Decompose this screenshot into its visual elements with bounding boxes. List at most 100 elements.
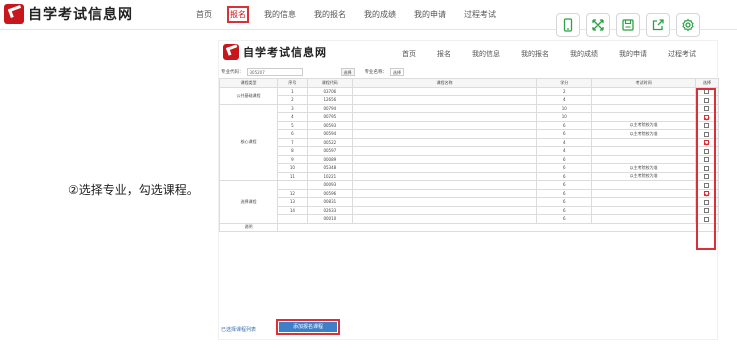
table-row: 8 00597 4 (220, 146, 720, 156)
select-cell (694, 205, 720, 215)
course-checkbox[interactable] (704, 182, 710, 188)
course-checkbox[interactable] (704, 89, 710, 94)
select-cell (694, 95, 720, 105)
credit-cell: 6 (536, 214, 593, 224)
course-checkbox[interactable] (704, 191, 710, 196)
exam-time-cell (591, 214, 696, 224)
seq-cell (276, 214, 308, 224)
nav-item-my-applications[interactable]: 我的申请 (414, 9, 446, 20)
major-filter-bar: 专业代码： 305207 选择 专业名称： 选择 (219, 66, 719, 77)
credit-cell: 2 (536, 86, 593, 96)
inner-nav-my-applications[interactable]: 我的申请 (619, 49, 647, 59)
course-code-cell: 10221 (306, 171, 353, 181)
course-checkbox[interactable] (704, 140, 710, 145)
exam-time-cell (591, 95, 696, 105)
course-name-cell (351, 129, 538, 139)
credit-cell: 6 (536, 205, 593, 215)
table-row: 公共基础课程 1 03706 2 (219, 86, 720, 105)
course-checkbox[interactable] (704, 97, 710, 103)
select-cell (694, 197, 720, 207)
exam-time-cell (591, 146, 696, 156)
course-checkbox[interactable] (704, 157, 710, 162)
major-code-input[interactable]: 305207 (246, 67, 303, 76)
credit-cell: 6 (536, 120, 593, 130)
exam-time-cell (591, 137, 696, 147)
course-code-cell: 00593 (306, 120, 353, 130)
course-checkbox[interactable] (704, 114, 710, 120)
inner-nav-home[interactable]: 首页 (402, 49, 416, 59)
nav-item-register[interactable]: 报名 (227, 6, 249, 23)
course-code-cell: 00597 (306, 146, 353, 156)
site-logo[interactable]: 自学考试信息网 (4, 4, 133, 24)
select-cell (694, 188, 720, 198)
course-checkbox[interactable] (704, 106, 710, 111)
course-checkbox[interactable] (704, 131, 710, 137)
nav-item-home[interactable]: 首页 (196, 9, 212, 20)
th-course-name: 课程名称 (351, 78, 538, 88)
exam-time-cell: 以主考院校为准 (591, 171, 696, 181)
inner-nav-process-exam[interactable]: 过程考试 (668, 49, 696, 59)
course-name-cell (351, 180, 538, 190)
course-name-cell (351, 120, 538, 130)
inner-nav-my-registration[interactable]: 我的报名 (521, 49, 549, 59)
expand-icon[interactable] (586, 13, 610, 37)
exam-time-cell (591, 197, 696, 207)
exam-time-cell (591, 103, 696, 113)
credit-cell: 6 (536, 154, 593, 164)
seq-cell: 1 (276, 86, 308, 96)
course-checkbox[interactable] (704, 148, 710, 154)
seq-cell: 8 (276, 146, 308, 156)
inner-nav-register[interactable]: 报名 (437, 49, 451, 59)
course-checkbox[interactable] (704, 208, 710, 213)
table-row: 7 00522 4 (220, 137, 720, 147)
course-code-cell: 12656 (306, 95, 353, 105)
add-courses-button[interactable]: 添加报名课程 (276, 319, 340, 335)
course-checkbox[interactable] (704, 165, 710, 171)
course-name-cell (351, 103, 538, 113)
course-name-cell (351, 163, 538, 173)
selected-courses-link[interactable]: 已选择课程列表 (221, 326, 256, 333)
th-exam-time: 考试时间 (591, 78, 696, 88)
seq-cell: 13 (276, 197, 308, 207)
table-row: 00010 6 (220, 214, 720, 224)
credit-cell: 6 (536, 171, 593, 181)
credit-cell: 6 (536, 197, 593, 207)
inner-logo-mark-icon (223, 44, 239, 60)
select-cell (694, 214, 720, 224)
inner-header: 自学考试信息网 首页 报名 我的信息 我的报名 我的成绩 我的申请 过程考试 (219, 41, 719, 63)
course-code-cell: 00596 (306, 188, 353, 198)
embedded-screenshot: 自学考试信息网 首页 报名 我的信息 我的报名 我的成绩 我的申请 过程考试 专… (218, 40, 720, 340)
course-name-cell (351, 214, 538, 224)
select-cell (694, 103, 720, 113)
course-checkbox[interactable] (704, 199, 710, 205)
share-icon[interactable] (646, 13, 670, 37)
major-name-select[interactable]: 选择 (390, 67, 404, 76)
exam-time-cell: 以主考院校为准 (591, 163, 696, 173)
major-query-button[interactable]: 选择 (340, 67, 355, 76)
nav-item-my-info[interactable]: 我的信息 (264, 9, 296, 20)
settings-icon[interactable] (676, 13, 700, 37)
inner-nav-my-info[interactable]: 我的信息 (472, 49, 500, 59)
course-checkbox[interactable] (704, 174, 710, 179)
course-name-cell (351, 86, 538, 96)
inner-nav: 首页 报名 我的信息 我的报名 我的成绩 我的申请 过程考试 (402, 49, 717, 59)
inner-logo[interactable]: 自学考试信息网 (223, 44, 327, 60)
save-icon[interactable] (616, 13, 640, 37)
select-cell (694, 163, 720, 173)
seq-cell: 9 (276, 154, 308, 164)
inner-nav-my-scores[interactable]: 我的成绩 (570, 49, 598, 59)
nav-item-process-exam[interactable]: 过程考试 (464, 9, 496, 20)
course-name-cell (351, 95, 538, 105)
course-checkbox[interactable] (704, 123, 710, 128)
phone-icon[interactable] (556, 13, 580, 37)
nav-item-my-scores[interactable]: 我的成绩 (364, 9, 396, 20)
seq-cell (276, 180, 308, 190)
course-type-cell: 选择课程 (219, 180, 278, 224)
table-row: 4 00795 10 (220, 112, 720, 122)
seq-cell: 11 (276, 171, 308, 181)
select-cell (694, 171, 720, 181)
nav-item-my-registration[interactable]: 我的报名 (314, 9, 346, 20)
course-checkbox[interactable] (704, 216, 710, 222)
table-row: 2 12656 4 (220, 95, 720, 105)
course-code-cell: 00089 (306, 154, 353, 164)
